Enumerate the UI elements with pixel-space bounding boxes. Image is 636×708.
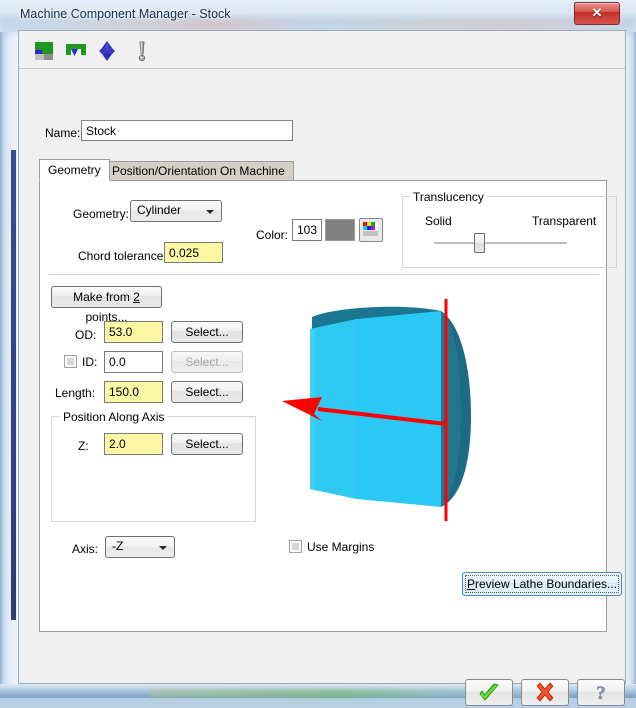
preview-lathe-boundaries-label: Preview Lathe Boundaries...	[466, 577, 618, 591]
window-frame-left	[0, 0, 18, 698]
title-bar: Machine Component Manager - Stock ✕	[0, 0, 636, 34]
od-input[interactable]	[104, 321, 163, 343]
length-label: Length:	[55, 386, 96, 400]
stock-3d-preview	[274, 281, 509, 531]
toolbar	[19, 31, 625, 69]
ok-button[interactable]	[465, 679, 513, 706]
translucency-group	[402, 196, 617, 268]
translucency-group-title: Translucency	[410, 190, 487, 204]
name-input[interactable]	[81, 120, 293, 141]
use-margins-checkbox[interactable]	[289, 540, 302, 553]
svg-text:?: ?	[596, 683, 606, 704]
axis-arrow-head	[282, 397, 322, 421]
warning-icon[interactable]	[130, 39, 154, 63]
chord-tolerance-label: Chord tolerance:	[78, 249, 167, 263]
help-question-icon: ?	[596, 683, 606, 704]
geometry-label: Geometry:	[73, 207, 130, 221]
geometry-combobox-value: Cylinder	[137, 203, 182, 217]
axis-label: Axis:	[72, 542, 99, 556]
od-select-label: Select...	[185, 325, 229, 339]
close-button[interactable]: ✕	[574, 2, 620, 25]
dialog-window: Machine Component Manager - Stock ✕ Name…	[0, 0, 636, 706]
tab-geometry[interactable]: Geometry	[39, 159, 110, 181]
name-label: Name:	[45, 126, 81, 140]
tab-position-orientation-label: Position/Orientation On Machine	[112, 164, 285, 178]
color-palette-icon[interactable]	[359, 218, 383, 242]
help-button[interactable]: ?	[577, 679, 625, 706]
stock-from-profile-icon[interactable]	[64, 39, 88, 63]
position-along-axis-group	[51, 416, 256, 522]
cancel-button[interactable]	[521, 679, 569, 706]
axis-combobox[interactable]: -Z	[105, 536, 175, 558]
id-input[interactable]	[104, 351, 163, 373]
geometry-combobox[interactable]: Cylinder	[130, 200, 222, 222]
z-select-button[interactable]: Select...	[171, 433, 243, 455]
od-label: OD:	[75, 328, 97, 342]
section-divider	[49, 274, 599, 275]
tab-geometry-label: Geometry	[48, 163, 101, 177]
ok-check-icon	[479, 683, 499, 701]
length-select-label: Select...	[185, 385, 229, 399]
fixture-icon[interactable]	[95, 39, 119, 63]
id-select-label: Select...	[185, 355, 229, 369]
od-select-button[interactable]: Select...	[171, 321, 243, 343]
window-frame-right	[626, 0, 636, 698]
z-label: Z:	[78, 439, 89, 453]
cancel-x-icon	[536, 682, 554, 702]
z-select-label: Select...	[185, 437, 229, 451]
preview-lathe-boundaries-button[interactable]: Preview Lathe Boundaries...	[462, 572, 622, 596]
window-title: Machine Component Manager - Stock	[20, 7, 231, 21]
z-input[interactable]	[104, 433, 163, 455]
tab-position-orientation[interactable]: Position/Orientation On Machine	[103, 161, 294, 181]
length-input[interactable]	[104, 381, 163, 403]
id-label: ID:	[82, 355, 98, 369]
dialog-client-area: Name: Geometry Position/Orientation On M…	[18, 30, 626, 706]
length-select-button[interactable]: Select...	[171, 381, 243, 403]
translucency-transparent-label: Transparent	[532, 214, 597, 228]
translucency-slider-track[interactable]	[434, 242, 567, 244]
translucency-slider-thumb[interactable]	[474, 233, 485, 253]
id-checkbox[interactable]	[64, 355, 77, 368]
axis-combobox-value: -Z	[112, 539, 124, 553]
color-number-input[interactable]	[292, 219, 322, 241]
make-from-2-points-button[interactable]: Make from 2 points...	[51, 286, 162, 324]
translucency-solid-label: Solid	[425, 214, 452, 228]
chord-tolerance-input[interactable]	[164, 242, 223, 263]
close-icon: ✕	[591, 5, 603, 20]
stock-from-solid-icon[interactable]	[33, 39, 57, 63]
tab-strip: Geometry Position/Orientation On Machine	[39, 159, 607, 181]
id-select-button: Select...	[171, 351, 243, 373]
color-swatch[interactable]	[325, 219, 355, 241]
use-margins-label: Use Margins	[307, 540, 375, 554]
color-label: Color:	[256, 228, 289, 242]
position-along-axis-title: Position Along Axis	[60, 410, 168, 424]
chevron-down-icon	[159, 546, 167, 550]
chevron-down-icon	[206, 210, 214, 214]
